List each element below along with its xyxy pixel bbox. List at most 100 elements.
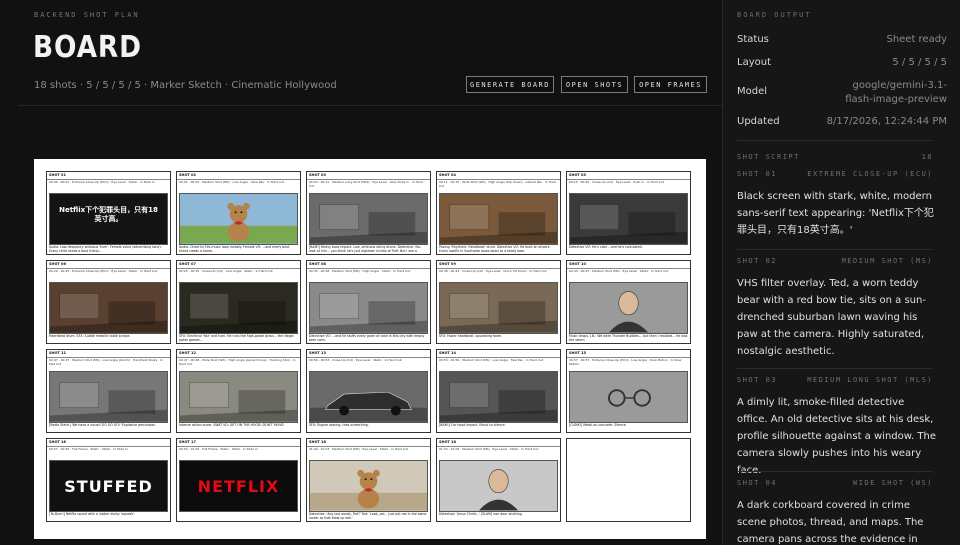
scene-sketch bbox=[570, 204, 687, 244]
storyboard-grid: SHOT 01 00:00 - 00:01 · Extreme Close-Up … bbox=[46, 171, 693, 522]
shot-divider bbox=[737, 471, 933, 472]
panel-illustration bbox=[439, 460, 558, 512]
storyboard-panel[interactable]: SHOT 09 00:38 - 00:43 · Close-Up (CU) · E… bbox=[436, 260, 561, 344]
panel-meta: 00:15 - 00:20 · Close-Up (CU) · Eye Leve… bbox=[569, 180, 664, 184]
scene-sketch bbox=[180, 293, 297, 333]
storyboard-panel[interactable]: SHOT 07 00:25 - 00:35 · Close-Up (CU) · L… bbox=[176, 260, 301, 344]
panel-illustration bbox=[309, 460, 428, 512]
panel-shot-label: SHOT 04 bbox=[437, 172, 560, 180]
shot-type: WIDE SHOT (WS) bbox=[852, 479, 933, 487]
main-panel: BACKEND SHOT PLAN BOARD 18 shots · 5 / 5… bbox=[0, 0, 722, 545]
panel-caption: [BAM!] Car hood impact. Music to silence… bbox=[439, 423, 506, 427]
section-kicker: BACKEND SHOT PLAN bbox=[34, 11, 140, 19]
panel-caption: Intense action score. SWAT VO: GET ON TH… bbox=[179, 423, 285, 427]
panel-shot-label: SHOT 14 bbox=[437, 350, 560, 358]
shot-script-count: 18 bbox=[921, 153, 933, 161]
shot-script-item-label: SHOT 01 EXTREME CLOSE-UP (ECU) bbox=[737, 170, 933, 178]
shot-script-label: SHOT SCRIPT bbox=[737, 153, 800, 161]
model-value-line2: flash-image-preview bbox=[845, 94, 947, 105]
panel-shot-label: SHOT 02 bbox=[177, 172, 300, 180]
panel-shot-label: SHOT 10 bbox=[567, 261, 690, 269]
shot-script-text[interactable]: A dimly lit, smoke-filled detective offi… bbox=[737, 394, 937, 479]
panel-shot-label: SHOT 06 bbox=[47, 261, 170, 269]
panel-caption: Pacing: Rhythmic 'Heartbeat' drum. Detec… bbox=[439, 245, 551, 253]
panel-caption: SFX: Electrical 'fizz' and hum. He runs … bbox=[179, 334, 294, 342]
storyboard-panel[interactable]: SHOT 15 00:57 - 00:57 · Extreme Close-Up … bbox=[566, 349, 691, 433]
layout-label: Layout bbox=[737, 57, 771, 68]
shot-script-text[interactable]: A dark corkboard covered in crime scene … bbox=[737, 497, 937, 545]
panel-illustration bbox=[179, 282, 298, 334]
open-shots-button[interactable]: OPEN SHOTS bbox=[561, 76, 628, 93]
layout-value: 5 / 5 / 5 / 5 bbox=[892, 57, 947, 68]
panel-illustration bbox=[309, 371, 428, 423]
storyboard-panel[interactable]: SHOT 14 00:53 - 00:56 · Medium Shot (MS) … bbox=[436, 349, 561, 433]
panel-caption: Detective VO: ...and he stuffs every gra… bbox=[309, 334, 425, 342]
stuffed-logo: STUFFED bbox=[64, 477, 153, 496]
panel-illustration bbox=[439, 371, 558, 423]
scene-sketch bbox=[310, 293, 427, 333]
storyboard-panel[interactable]: SHOT 04 00:11 - 00:15 · Wide Shot (WS) · … bbox=[436, 171, 561, 255]
scene-sketch bbox=[440, 204, 557, 244]
person-sketch bbox=[609, 291, 648, 333]
panel-caption: Music drops. J.B.: We were Thunder Buddi… bbox=[569, 334, 688, 342]
panel-meta: 00:20 - 00:25 · Extreme Close-Up (ECU) ·… bbox=[49, 269, 158, 273]
storyboard-panel[interactable]: SHOT 02 00:01 - 00:03 · Medium Shot (MS) … bbox=[176, 171, 301, 255]
shot-script-text[interactable]: VHS filter overlay. Ted, a worn teddy be… bbox=[737, 275, 937, 360]
scene-sketch bbox=[50, 382, 167, 422]
panel-meta: 00:59 - 01:00 · Full Frame · Static · St… bbox=[179, 447, 258, 451]
board-output-sidebar: BOARD OUTPUT Status Sheet ready Layout 5… bbox=[722, 0, 960, 545]
storyboard-panel[interactable]: SHOT 12 00:47 - 00:48 · Wide Shot (WS) · … bbox=[176, 349, 301, 433]
panel-illustration bbox=[569, 193, 688, 245]
panel-caption: [CLINK!] Metal-on-concrete. Silence. bbox=[569, 423, 627, 427]
storyboard-sheet[interactable]: SHOT 01 00:00 - 00:01 · Extreme Close-Up … bbox=[34, 159, 706, 539]
shot-script-text[interactable]: Black screen with stark, white, modern s… bbox=[737, 188, 937, 239]
panel-shot-label: SHOT 18 bbox=[307, 439, 430, 447]
storyboard-panel[interactable]: SHOT 13 00:50 - 00:53 · Close-Up (CU) · E… bbox=[306, 349, 431, 433]
panel-shot-label: SHOT 01 bbox=[47, 172, 170, 180]
storyboard-panel[interactable]: SHOT 18 01:00 - 01:03 · Medium Shot (MS) … bbox=[306, 438, 431, 522]
header-divider bbox=[18, 105, 722, 106]
storyboard-panel[interactable]: SHOT 17 00:59 - 01:00 · Full Frame · Stat… bbox=[176, 438, 301, 522]
shot-script-header: SHOT SCRIPT 18 bbox=[737, 153, 933, 161]
panel-meta: 00:38 - 00:43 · Close-Up (CU) · Eye Leve… bbox=[439, 269, 547, 273]
open-frames-button[interactable]: OPEN FRAMES bbox=[634, 76, 707, 93]
storyboard-panel[interactable]: SHOT 03 00:03 - 00:11 · Medium Long Shot … bbox=[306, 171, 431, 255]
netflix-logo: NETFLIX bbox=[197, 477, 280, 496]
shot-script-item-label: SHOT 03 MEDIUM LONG SHOT (MLS) bbox=[737, 376, 933, 384]
panel-shot-label: SHOT 03 bbox=[307, 172, 430, 180]
updated-value: 8/17/2026, 12:24:44 PM bbox=[826, 116, 947, 127]
panel-illustration bbox=[49, 371, 168, 423]
panel-caption: [Radio Static] 'We have a visual! GO GO … bbox=[49, 423, 157, 427]
storyboard-panel[interactable]: SHOT 10 00:43 - 00:47 · Medium Shot (MS) … bbox=[566, 260, 691, 344]
panel-illustration: Netflix下个犯罪头目，只有18英寸高。 bbox=[49, 193, 168, 245]
shot-type: EXTREME CLOSE-UP (ECU) bbox=[807, 170, 933, 178]
panel-illustration bbox=[179, 371, 298, 423]
shot-type: MEDIUM LONG SHOT (MLS) bbox=[807, 376, 933, 384]
storyboard-panel[interactable]: SHOT 06 00:20 - 00:25 · Extreme Close-Up … bbox=[46, 260, 171, 344]
panel-caption: Detective: 'Jesus Christ...' [SLAM] iron… bbox=[439, 512, 523, 516]
panel-illustration bbox=[49, 282, 168, 334]
storyboard-panel[interactable]: SHOT 11 00:47 - 00:47 · Medium Shot (MS) … bbox=[46, 349, 171, 433]
shot-number: SHOT 03 bbox=[737, 376, 778, 384]
panel-meta: 00:57 - 00:59 · Full Frame · Static · St… bbox=[49, 447, 128, 451]
scene-sketch bbox=[310, 204, 427, 244]
panel-caption: Detective: 'Any last words, Ted?' Ted: '… bbox=[309, 512, 427, 520]
panel-meta: 00:57 - 00:57 · Extreme Close-Up (ECU) ·… bbox=[569, 358, 682, 366]
panel-illustration: NETFLIX bbox=[179, 460, 298, 512]
panel-shot-label: SHOT 05 bbox=[567, 172, 690, 180]
page-title: BOARD bbox=[33, 30, 142, 65]
storyboard-panel[interactable]: SHOT 08 00:35 - 00:38 · Medium Shot (MS) … bbox=[306, 260, 431, 344]
panel-illustration bbox=[439, 282, 558, 334]
storyboard-panel[interactable]: SHOT 05 00:15 - 00:20 · Close-Up (CU) · E… bbox=[566, 171, 691, 255]
shot-divider bbox=[737, 368, 933, 369]
panel-illustration bbox=[179, 193, 298, 245]
storyboard-panel[interactable]: SHOT 16 00:57 - 00:59 · Full Frame · Stat… bbox=[46, 438, 171, 522]
storyboard-panel[interactable]: SHOT 01 00:00 - 00:01 · Extreme Close-Up … bbox=[46, 171, 171, 255]
panel-meta: 00:03 - 00:11 · Medium Long Shot (MLS) ·… bbox=[309, 180, 423, 188]
shot-number: SHOT 01 bbox=[737, 170, 778, 178]
generate-board-button[interactable]: GENERATE BOARD bbox=[466, 76, 554, 93]
panel-caption: Audio: Cheerful 50s music loop melody. F… bbox=[179, 245, 290, 253]
storyboard-panel[interactable]: SHOT 18 01:03 - 01:05 · Medium Shot (MS) … bbox=[436, 438, 561, 522]
panel-shot-label: SHOT 09 bbox=[437, 261, 560, 269]
panel-meta: 00:01 - 00:03 · Medium Shot (MS) · Low A… bbox=[179, 180, 285, 184]
